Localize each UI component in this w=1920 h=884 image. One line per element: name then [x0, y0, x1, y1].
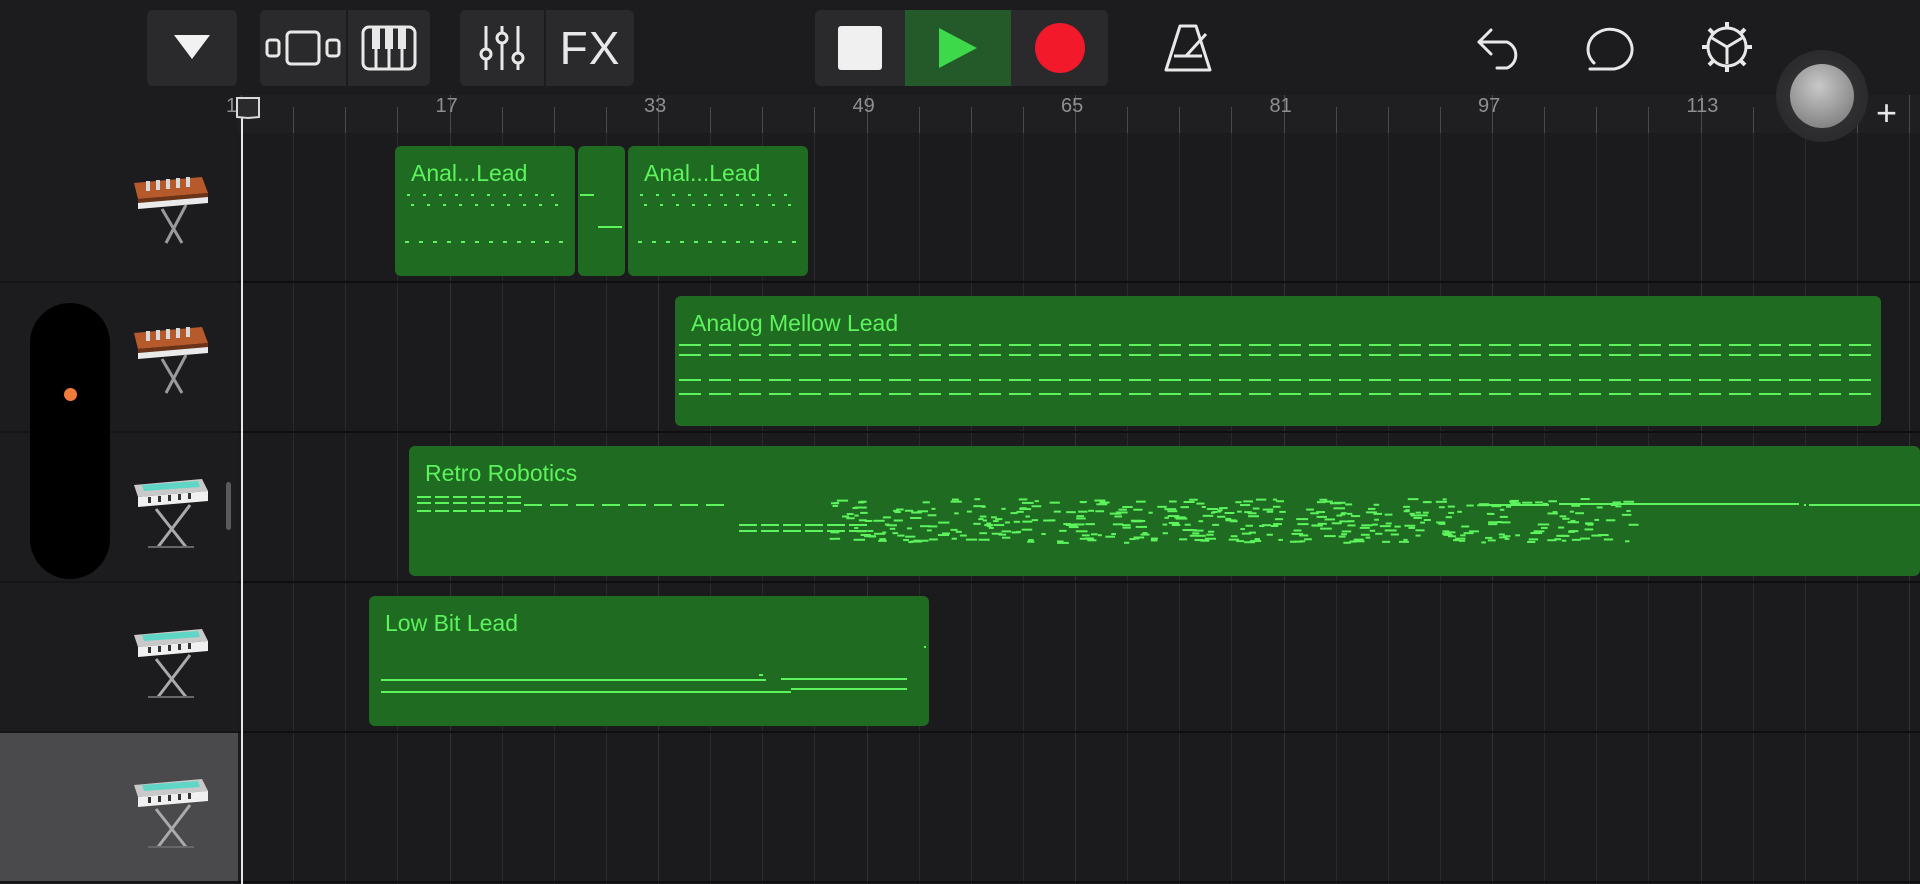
ruler-tick: [970, 107, 972, 133]
ruler-tick: [605, 107, 607, 133]
keyboard-button[interactable]: [348, 10, 430, 86]
region[interactable]: [578, 146, 625, 276]
analog-synth-icon: [128, 307, 212, 403]
add-section-button[interactable]: +: [1876, 95, 1897, 131]
ruler-tick: [1179, 107, 1181, 133]
ruler-bar-number: 49: [852, 95, 875, 117]
ruler-tick: [814, 107, 816, 133]
region[interactable]: Anal...Lead: [395, 146, 575, 276]
keyboard-synth-icon: [128, 757, 212, 853]
track-scroller[interactable]: [30, 303, 110, 579]
browser-toggle-button[interactable]: [147, 10, 237, 86]
region-name: Low Bit Lead: [385, 610, 518, 636]
playhead-handle[interactable]: [236, 97, 260, 119]
loop-icon: [1586, 27, 1634, 71]
loop-browser-button[interactable]: [1584, 20, 1644, 76]
undo-icon: [1477, 28, 1518, 70]
ruler-bar-number: 97: [1478, 95, 1501, 117]
ruler-bar-number: 65: [1061, 95, 1084, 117]
ruler-tick: [293, 107, 295, 133]
ruler-tick: [1909, 95, 1910, 133]
region-name: Anal...Lead: [411, 160, 528, 186]
play-button[interactable]: [905, 10, 1011, 86]
ruler-tick: [345, 107, 347, 133]
track-header[interactable]: [0, 133, 238, 283]
scrollbar[interactable]: [226, 482, 231, 530]
region[interactable]: Low Bit Lead: [369, 596, 929, 726]
region-notes: [580, 194, 622, 228]
region-notes: [417, 496, 1920, 544]
ruler-tick: [1544, 107, 1546, 133]
browser-toggle-icon: [174, 35, 210, 59]
ruler-tick: [553, 107, 555, 133]
mixer-button[interactable]: [460, 10, 544, 86]
ruler-bar-number: 81: [1269, 95, 1292, 117]
ruler-tick: [1648, 107, 1650, 133]
analog-synth-icon: [128, 157, 212, 253]
keyboard-icon: [361, 25, 417, 71]
mixer-icon: [479, 26, 525, 70]
mix-group: FX: [460, 10, 634, 86]
tracks-view-button[interactable]: [260, 10, 346, 86]
play-icon: [939, 28, 977, 68]
ruler-bar-number: 17: [435, 95, 458, 117]
control-bar: FX: [0, 0, 1920, 95]
ruler-tick: [1231, 107, 1233, 133]
record-icon: [1034, 23, 1085, 73]
ruler-tick: [397, 107, 399, 133]
region-name: Retro Robotics: [425, 460, 578, 486]
ruler-bar-number: 33: [644, 95, 667, 117]
region[interactable]: Anal...Lead: [628, 146, 808, 276]
ruler-tick: [1596, 107, 1598, 133]
ruler-tick: [1439, 107, 1441, 133]
record-button[interactable]: [1011, 10, 1108, 86]
stop-icon: [838, 26, 882, 70]
ruler-tick: [1127, 107, 1129, 133]
region-name: Anal...Lead: [644, 160, 761, 186]
master-volume-knob-cap: [1790, 64, 1854, 128]
track-lane[interactable]: [238, 733, 1920, 883]
ruler-tick: [918, 107, 920, 133]
fx-button[interactable]: FX: [546, 10, 634, 86]
ruler-tick: [1022, 107, 1024, 133]
undo-button[interactable]: [1472, 20, 1528, 76]
keyboard-synth-icon: [128, 607, 212, 703]
settings-icon: [1702, 22, 1752, 72]
region[interactable]: Retro Robotics: [409, 446, 1920, 576]
ruler-tick: [710, 107, 712, 133]
stop-button[interactable]: [815, 10, 905, 86]
tracks-area[interactable]: Anal...Lead Anal...Lead Analog Mellow Lead…: [238, 133, 1920, 884]
fx-label: FX: [559, 22, 621, 74]
ruler-tick: [501, 107, 503, 133]
ruler-bar-number: 113: [1686, 95, 1719, 117]
track-header[interactable]: [0, 583, 238, 733]
track-header[interactable]: [0, 733, 238, 883]
region-name: Analog Mellow Lead: [691, 310, 899, 336]
timeline-ruler[interactable]: 1 17 33 49 65 81 97 113: [226, 95, 1920, 134]
ruler-tick: [762, 107, 764, 133]
transport-group: [815, 10, 1108, 86]
ruler-tick: [1387, 107, 1389, 133]
settings-button[interactable]: [1698, 18, 1756, 76]
playhead[interactable]: [241, 100, 243, 884]
browser-group: [147, 10, 237, 86]
tracks-view-icon: [265, 30, 341, 66]
ruler-tick: [1752, 107, 1754, 133]
view-group: [260, 10, 430, 86]
keyboard-synth-icon: [128, 457, 212, 553]
ruler-tick: [1335, 107, 1337, 133]
scroller-indicator: [64, 388, 77, 401]
region[interactable]: Analog Mellow Lead: [675, 296, 1881, 426]
metronome-icon: [1164, 24, 1212, 72]
metronome-button[interactable]: [1160, 18, 1216, 78]
master-volume-knob[interactable]: [1776, 50, 1868, 142]
